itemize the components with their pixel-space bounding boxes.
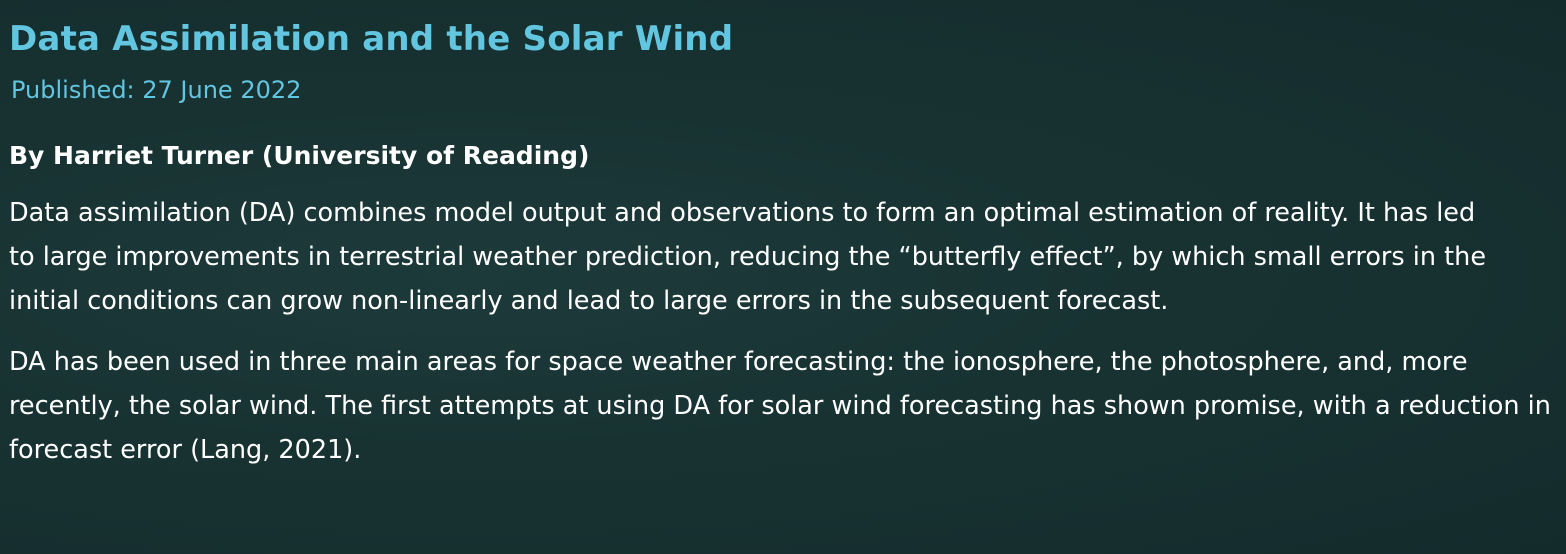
article-paragraph: DA has been used in three main areas for…	[9, 347, 1551, 465]
article: Data Assimilation and the Solar Wind Pub…	[9, 14, 1554, 472]
article-paragraph: Data assimilation (DA) combines model ou…	[9, 198, 1487, 316]
article-author: By Harriet Turner (University of Reading…	[9, 141, 590, 170]
article-title: Data Assimilation and the Solar Wind	[9, 19, 734, 59]
published-date: Published: 27 June 2022	[11, 76, 302, 104]
